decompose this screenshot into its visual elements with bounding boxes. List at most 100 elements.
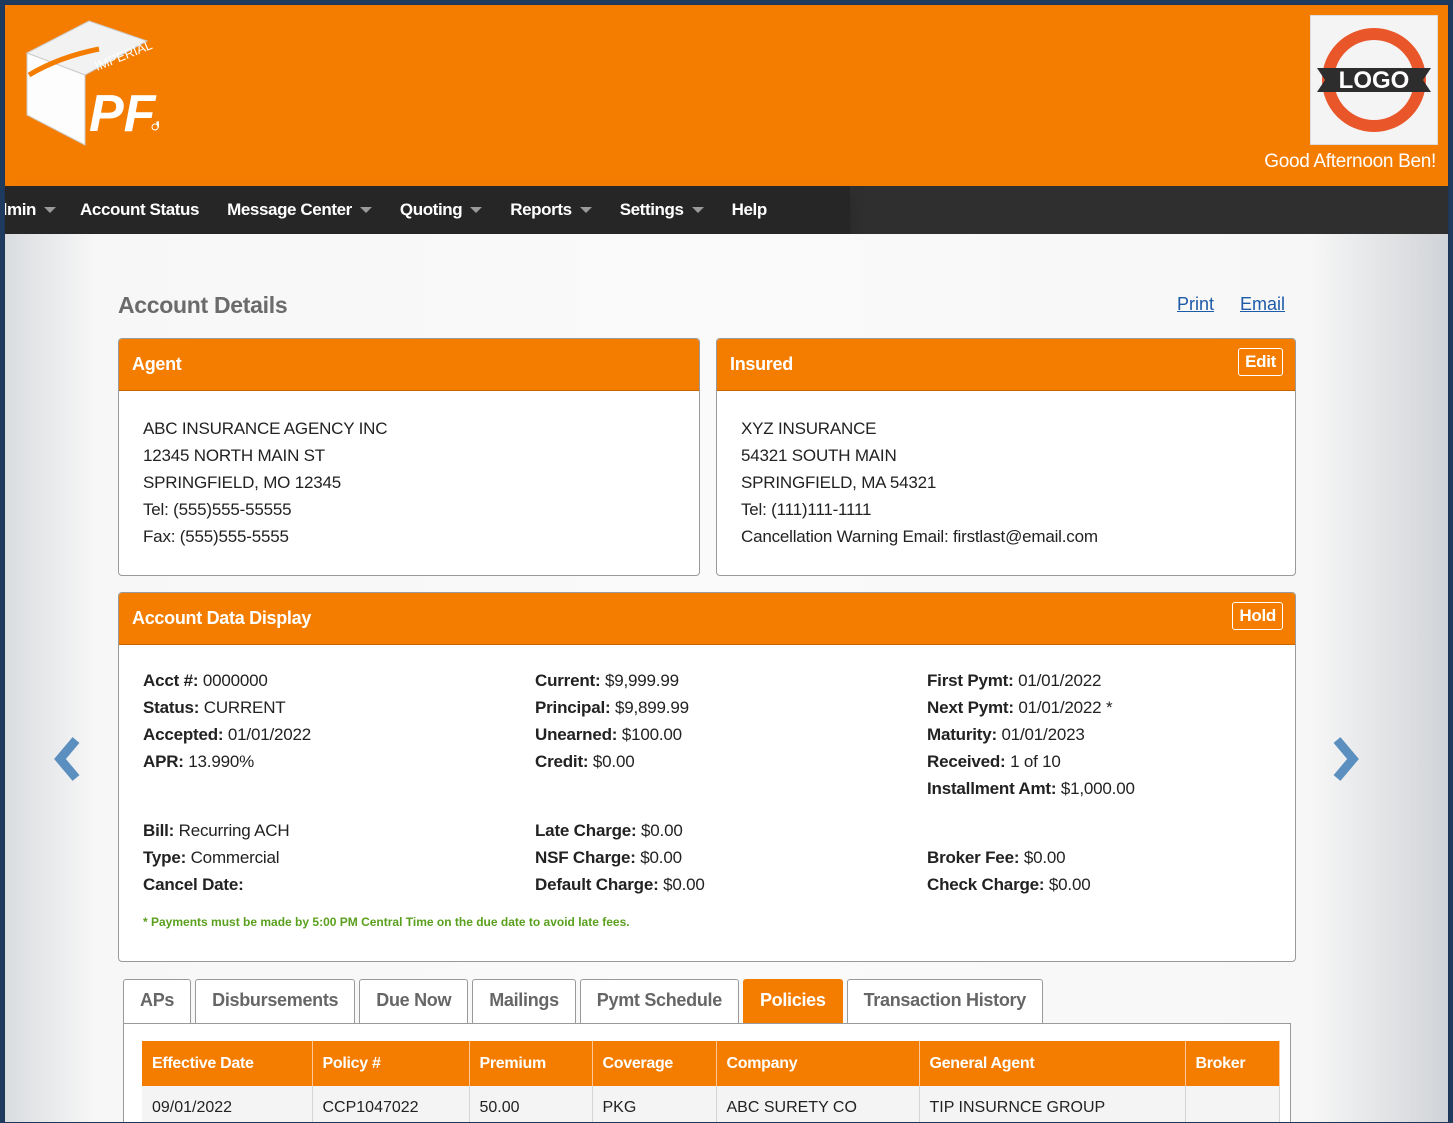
hold-button[interactable]: Hold	[1232, 602, 1283, 630]
chevron-down-icon	[359, 207, 372, 213]
chevron-down-icon	[691, 207, 704, 213]
payment-note: * Payments must be made by 5:00 PM Centr…	[143, 915, 630, 929]
field-label: Principal:	[535, 698, 611, 717]
app-window: IMPERIAL PFS LOGO Good Afternoon Ben! dm…	[4, 4, 1449, 1123]
field-value: $0.00	[1023, 848, 1066, 867]
field-label: Check Charge:	[927, 875, 1045, 894]
insured-city: SPRINGFIELD, MA 54321	[741, 473, 937, 492]
nav-item-reports[interactable]: Reports	[510, 200, 592, 220]
insured-tel: Tel: (111)111-1111	[741, 500, 872, 519]
edit-insured-button[interactable]: Edit	[1238, 348, 1283, 376]
field-label: Type:	[143, 848, 187, 867]
header-banner: IMPERIAL PFS LOGO Good Afternoon Ben!	[5, 5, 1448, 186]
imperial-pfs-logo[interactable]: IMPERIAL PFS	[19, 13, 190, 153]
field-value: $0.00	[663, 875, 705, 894]
nav-item-message-center[interactable]: Message Center	[227, 200, 372, 220]
field-label: Accepted:	[143, 725, 224, 744]
field-value: 1 of 10	[1010, 752, 1061, 771]
col-header-general-agent[interactable]: General Agent	[919, 1041, 1186, 1086]
tab-mailings[interactable]: Mailings	[472, 979, 576, 1023]
cell-broker	[1185, 1086, 1280, 1122]
cell-premium: 50.00	[469, 1086, 593, 1122]
account-data-fields: Acct #: 0000000 Status: CURRENT Accepted…	[119, 645, 1295, 945]
tab-transaction-history[interactable]: Transaction History	[846, 979, 1043, 1023]
email-link[interactable]: Email	[1240, 294, 1285, 315]
field-label: Default Charge:	[535, 875, 659, 894]
agent-street: 12345 NORTH MAIN ST	[143, 446, 325, 465]
col-header-premium[interactable]: Premium	[469, 1041, 593, 1086]
table-row[interactable]: 09/01/2022 CCP1047022 50.00 PKG ABC SURE…	[142, 1086, 1280, 1122]
field-next-pymt: Next Pymt: 01/01/2022 *	[927, 694, 1135, 721]
field-label: Installment Amt:	[927, 779, 1057, 798]
policies-tab-content: Effective Date Policy # Premium Coverage…	[123, 1023, 1291, 1122]
policies-table: Effective Date Policy # Premium Coverage…	[142, 1041, 1280, 1122]
agent-panel-title: Agent	[119, 339, 699, 391]
insured-panel: Insured Edit XYZ INSURANCE 54321 SOUTH M…	[716, 338, 1296, 576]
col-header-policy-number[interactable]: Policy #	[312, 1041, 470, 1086]
nav-item-help[interactable]: Help	[732, 200, 768, 220]
cell-coverage: PKG	[592, 1086, 717, 1122]
nav-label: Account Status	[80, 200, 200, 219]
field-label: Bill:	[143, 821, 175, 840]
insured-street: 54321 SOUTH MAIN	[741, 446, 897, 465]
tab-disbursements[interactable]: Disbursements	[195, 979, 356, 1023]
main-content: Account Details Print Email Agent ABC IN…	[5, 234, 1448, 1122]
field-label: NSF Charge:	[535, 848, 636, 867]
field-label: APR:	[143, 752, 184, 771]
cell-effective-date: 09/01/2022	[142, 1086, 313, 1122]
nav-label: Message Center	[227, 200, 352, 219]
field-label: First Pymt:	[927, 671, 1014, 690]
insured-panel-header: Insured Edit	[717, 339, 1295, 391]
col-header-effective-date[interactable]: Effective Date	[142, 1041, 313, 1086]
field-received: Received: 1 of 10	[927, 748, 1135, 775]
insured-panel-title: Insured	[730, 354, 793, 374]
field-value: $0.00	[640, 848, 682, 867]
insured-cancel-email: Cancellation Warning Email: firstlast@em…	[741, 527, 1098, 546]
agent-address: ABC INSURANCE AGENCY INC 12345 NORTH MAI…	[119, 391, 699, 574]
nav-item-quoting[interactable]: Quoting	[400, 200, 483, 220]
nav-item-settings[interactable]: Settings	[620, 200, 704, 220]
next-arrow-icon[interactable]	[1331, 736, 1361, 782]
col-header-coverage[interactable]: Coverage	[592, 1041, 717, 1086]
tab-policies[interactable]: Policies	[742, 979, 843, 1023]
field-label: Late Charge:	[535, 821, 637, 840]
previous-arrow-icon[interactable]	[52, 736, 82, 782]
nav-item-admin[interactable]: dmin	[5, 200, 57, 220]
field-installment-amt: Installment Amt: $1,000.00	[927, 775, 1135, 802]
tab-due-now[interactable]: Due Now	[359, 979, 469, 1023]
field-value: $100.00	[621, 725, 682, 744]
col-header-company[interactable]: Company	[716, 1041, 920, 1086]
agent-panel: Agent ABC INSURANCE AGENCY INC 12345 NOR…	[118, 338, 700, 576]
col-header-broker[interactable]: Broker	[1185, 1041, 1280, 1086]
field-value: $1,000.00	[1060, 779, 1135, 798]
field-label: Acct #:	[143, 671, 199, 690]
field-label: Status:	[143, 698, 200, 717]
field-apr: APR: 13.990%	[143, 748, 311, 775]
field-value: CURRENT	[203, 698, 286, 717]
client-logo[interactable]: LOGO	[1310, 15, 1438, 145]
field-value: $9,999.99	[605, 671, 679, 690]
field-value: 01/01/2022	[227, 725, 312, 744]
print-link[interactable]: Print	[1177, 294, 1214, 315]
field-principal: Principal: $9,899.99	[535, 694, 705, 721]
nav-item-account-status[interactable]: Account Status	[80, 200, 199, 220]
account-data-panel: Account Data Display Hold Acct #: 000000…	[118, 592, 1296, 962]
field-label: Maturity:	[927, 725, 997, 744]
tab-pymt-schedule[interactable]: Pymt Schedule	[579, 979, 739, 1023]
tab-aps[interactable]: APs	[123, 979, 192, 1023]
table-header-row: Effective Date Policy # Premium Coverage…	[142, 1041, 1280, 1086]
field-current: Current: $9,999.99	[535, 667, 705, 694]
detail-tabs: APs Disbursements Due Now Mailings Pymt …	[123, 979, 1047, 1025]
field-default-charge: Default Charge: $0.00	[535, 871, 705, 898]
field-bill: Bill: Recurring ACH	[143, 817, 311, 844]
nav-label: Settings	[619, 200, 684, 219]
field-label: Next Pymt:	[927, 698, 1014, 717]
nav-label: Reports	[510, 200, 572, 219]
field-value: 13.990%	[188, 752, 255, 771]
field-label: Current:	[535, 671, 601, 690]
agent-city: SPRINGFIELD, MO 12345	[143, 473, 341, 492]
account-col-3: First Pymt: 01/01/2022 Next Pymt: 01/01/…	[927, 667, 1135, 898]
field-label: Broker Fee:	[927, 848, 1020, 867]
field-label: Received:	[927, 752, 1006, 771]
client-logo-text: LOGO	[1339, 67, 1410, 94]
